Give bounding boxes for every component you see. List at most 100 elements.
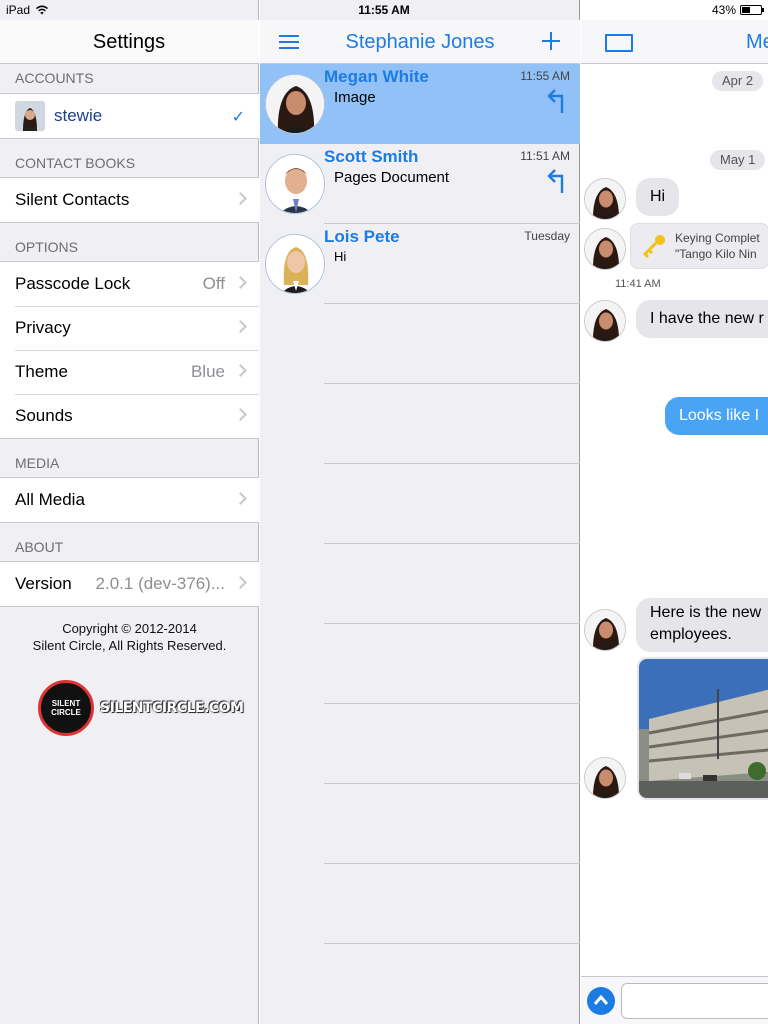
battery-percent: 43% bbox=[711, 3, 736, 17]
row-divider bbox=[324, 783, 580, 784]
about-group: Version 2.0.1 (dev-376)... bbox=[0, 561, 259, 607]
message-line-1: Here is the new bbox=[650, 604, 762, 621]
options-group: Passcode Lock Off Privacy Theme Blue Sou… bbox=[0, 261, 259, 439]
options-button[interactable] bbox=[587, 987, 615, 1015]
conversation-row[interactable]: Megan White 11:55 AM Image bbox=[260, 64, 580, 144]
theme-value: Blue bbox=[190, 362, 225, 381]
conversation-preview: Pages Document bbox=[334, 169, 450, 186]
section-options: OPTIONS bbox=[15, 239, 79, 255]
chevron-right-icon bbox=[234, 576, 247, 589]
account-row[interactable]: stewie ✓ bbox=[0, 94, 259, 138]
row-divider bbox=[324, 943, 580, 944]
battery-level bbox=[742, 7, 750, 13]
silent-contacts-row[interactable]: Silent Contacts bbox=[0, 178, 259, 222]
section-about: ABOUT bbox=[15, 539, 64, 555]
chevron-right-icon bbox=[234, 364, 247, 377]
message-bubble: Here is the new employees. bbox=[636, 598, 768, 652]
avatar bbox=[584, 609, 626, 651]
message-input[interactable] bbox=[621, 983, 768, 1019]
reply-arrow-icon bbox=[547, 89, 564, 113]
conversations-title: Stephanie Jones bbox=[345, 31, 495, 53]
conversation-name: Scott Smith bbox=[324, 147, 419, 166]
avatar bbox=[265, 154, 325, 214]
version-row[interactable]: Version 2.0.1 (dev-376)... bbox=[0, 562, 259, 606]
conversation-name: Lois Pete bbox=[324, 227, 400, 246]
conversation-name: Megan White bbox=[324, 67, 429, 86]
settings-title: Settings bbox=[92, 31, 166, 53]
message-time: 11:41 AM bbox=[615, 278, 661, 290]
avatar bbox=[584, 757, 626, 799]
version-value: 2.0.1 (dev-376)... bbox=[95, 574, 225, 593]
account-name: stewie bbox=[54, 106, 103, 125]
conversation-time: Tuesday bbox=[524, 229, 570, 243]
copyright: Copyright © 2012-2014 Silent Circle, All… bbox=[0, 620, 259, 654]
chevron-right-icon bbox=[234, 276, 247, 289]
passcode-lock-value: Off bbox=[202, 274, 225, 293]
status-bar: iPad 11:55 AM 43% bbox=[0, 0, 768, 20]
chevron-right-icon bbox=[234, 408, 247, 421]
accounts-group: stewie ✓ bbox=[0, 93, 259, 139]
clock: 11:55 AM bbox=[358, 3, 410, 17]
date-separator: Apr 2 bbox=[712, 71, 764, 91]
message-bubble: I have the new r bbox=[636, 300, 768, 338]
conversation-preview: Image bbox=[334, 89, 376, 106]
sidebar-toggle-icon[interactable] bbox=[605, 34, 633, 52]
message-bubble: Hi bbox=[636, 178, 680, 216]
theme-row[interactable]: Theme Blue bbox=[0, 350, 259, 394]
row-divider bbox=[324, 863, 580, 864]
row-divider bbox=[324, 303, 580, 304]
all-media-label: All Media bbox=[15, 490, 85, 509]
my-message-bubble: Looks like I bbox=[665, 397, 768, 435]
check-icon: ✓ bbox=[231, 109, 245, 126]
version-label: Version bbox=[15, 574, 72, 593]
avatar bbox=[584, 228, 626, 270]
reply-arrow-icon bbox=[547, 169, 564, 193]
privacy-row[interactable]: Privacy bbox=[0, 306, 259, 350]
conversation-time: 11:51 AM bbox=[520, 149, 570, 163]
avatar bbox=[584, 178, 626, 220]
theme-label: Theme bbox=[15, 362, 68, 381]
conversation-time: 11:55 AM bbox=[520, 69, 570, 83]
section-media: MEDIA bbox=[15, 455, 60, 471]
conversation-row[interactable]: Scott Smith 11:51 AM Pages Document bbox=[260, 144, 580, 224]
row-divider bbox=[324, 463, 580, 464]
avatar bbox=[265, 74, 325, 134]
keying-line-1: Keying Complet bbox=[675, 231, 760, 245]
sounds-row[interactable]: Sounds bbox=[0, 394, 259, 438]
copyright-line-1: Copyright © 2012-2014 bbox=[62, 621, 197, 636]
contact-books-group: Silent Contacts bbox=[0, 177, 259, 223]
keying-line-2: "Tango Kilo Nin bbox=[675, 247, 757, 261]
battery-icon bbox=[740, 5, 764, 15]
conversations-header: Stephanie Jones bbox=[260, 20, 580, 64]
section-accounts: ACCOUNTS bbox=[15, 70, 94, 86]
section-contact-books: CONTACT BOOKS bbox=[15, 155, 136, 171]
conversation-preview: Hi bbox=[334, 249, 347, 264]
passcode-lock-row[interactable]: Passcode Lock Off bbox=[0, 262, 259, 306]
image-attachment[interactable] bbox=[637, 657, 768, 800]
key-icon bbox=[642, 235, 665, 258]
keying-bubble: Keying Complet "Tango Kilo Nin bbox=[630, 223, 768, 269]
row-divider bbox=[324, 383, 580, 384]
sounds-label: Sounds bbox=[15, 406, 73, 425]
new-conversation-button[interactable] bbox=[540, 30, 562, 52]
row-divider bbox=[324, 703, 580, 704]
media-group: All Media bbox=[0, 477, 259, 523]
silent-circle-logo: SILENT CIRCLE SILENTCIRCLE.COM bbox=[38, 680, 244, 736]
chevron-right-icon bbox=[234, 320, 247, 333]
chevron-up-icon bbox=[593, 994, 609, 1005]
chevron-right-icon bbox=[234, 492, 247, 505]
settings-pane: Settings ACCOUNTS stewie ✓ CONTACT BOOKS… bbox=[0, 0, 259, 1024]
copyright-line-2: Silent Circle, All Rights Reserved. bbox=[32, 638, 227, 653]
passcode-lock-label: Passcode Lock bbox=[15, 274, 131, 293]
date-separator: May 1 bbox=[710, 150, 766, 170]
chat-pane: Me Apr 2 May 1 Hi Keying Complet "Tango … bbox=[581, 0, 768, 1024]
row-divider bbox=[324, 543, 580, 544]
avatar bbox=[265, 234, 325, 294]
all-media-row[interactable]: All Media bbox=[0, 478, 259, 522]
chat-header: Me bbox=[581, 20, 768, 64]
silent-circle-url: SILENTCIRCLE.COM bbox=[100, 700, 244, 716]
conversation-row[interactable]: Lois Pete Tuesday Hi bbox=[260, 224, 580, 304]
silent-contacts-label: Silent Contacts bbox=[15, 190, 130, 209]
avatar bbox=[584, 300, 626, 342]
account-avatar bbox=[15, 101, 45, 131]
